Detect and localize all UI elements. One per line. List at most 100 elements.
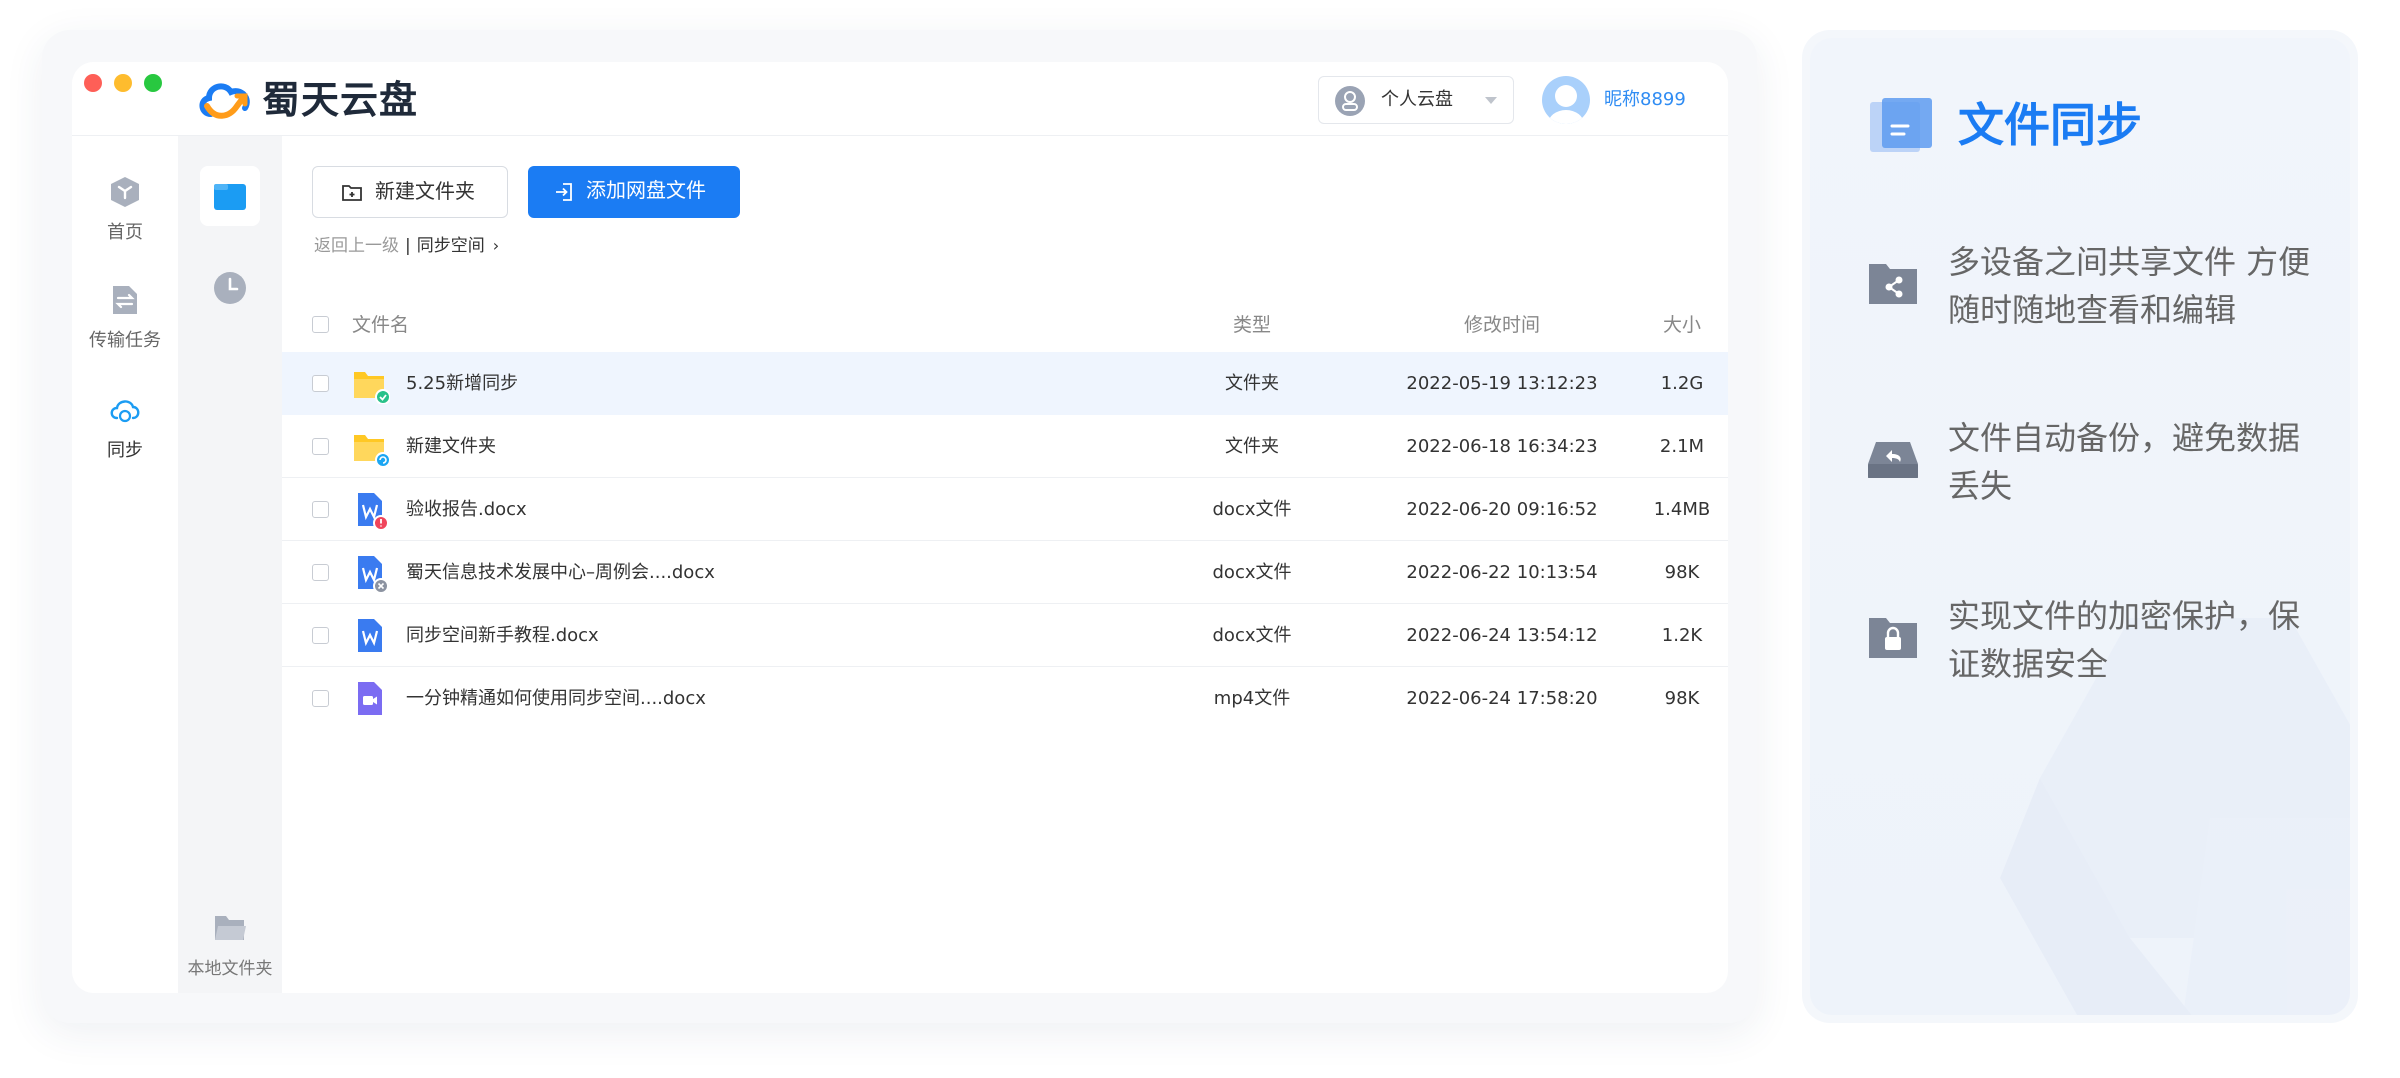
- row-checkbox[interactable]: [312, 438, 329, 455]
- row-checkbox[interactable]: [312, 501, 329, 518]
- folder-icon: [354, 372, 390, 404]
- synced-badge-icon: [375, 389, 390, 404]
- file-type: docx文件: [1212, 625, 1292, 646]
- new-folder-button[interactable]: 新建文件夹: [312, 166, 508, 218]
- column-header-size[interactable]: 大小: [1642, 298, 1722, 352]
- cloud-sync-icon: [110, 400, 140, 423]
- file-name[interactable]: 蜀天信息技术发展中心–周例会....docx: [406, 541, 715, 604]
- file-size: 1.2K: [1661, 625, 1703, 646]
- title-bar: 蜀天云盘 个人云盘 昵称8899: [72, 62, 1728, 136]
- file-size: 1.4MB: [1653, 499, 1711, 520]
- file-name[interactable]: 同步空间新手教程.docx: [406, 604, 599, 667]
- chevron-down-icon: [1485, 97, 1497, 104]
- breadcrumb-back-link[interactable]: 返回上一级: [314, 236, 399, 256]
- user-avatar[interactable]: [1542, 76, 1590, 124]
- minimize-window-button[interactable]: [114, 74, 132, 92]
- file-list-panel: 新建文件夹 添加网盘文件 返回上一级 | 同步空间 › 文件名 类型 修改时间 大小: [282, 136, 1728, 993]
- file-modified-time: 2022-06-20 09:16:52: [1406, 499, 1598, 520]
- space-avatar-icon: [1335, 86, 1365, 116]
- nav-item-home[interactable]: 首页: [72, 174, 178, 244]
- file-name[interactable]: 一分钟精通如何使用同步空间....docx: [406, 667, 706, 730]
- row-checkbox[interactable]: [312, 564, 329, 581]
- add-folder-icon: [342, 185, 362, 201]
- breadcrumb-separator: |: [405, 236, 411, 256]
- file-name[interactable]: 验收报告.docx: [406, 478, 527, 541]
- row-checkbox[interactable]: [312, 690, 329, 707]
- word-doc-icon: [358, 556, 389, 593]
- row-checkbox[interactable]: [312, 375, 329, 392]
- file-size: 98K: [1664, 688, 1700, 709]
- table-row[interactable]: 新建文件夹 文件夹 2022-06-18 16:34:23 2.1M: [282, 415, 1728, 478]
- primary-nav: 首页 传输任务 同步: [72, 136, 178, 993]
- select-all-checkbox[interactable]: [312, 316, 329, 333]
- feature-panel-inner: 文件同步 多设备之间共享文件 方便随时随地查看和编辑 文件自动备份，避免数据丢失: [1810, 38, 2350, 1015]
- file-type: docx文件: [1212, 562, 1292, 583]
- nav-item-label: 首页: [107, 222, 143, 243]
- file-modified-time: 2022-06-24 17:58:20: [1406, 688, 1598, 709]
- close-window-button[interactable]: [84, 74, 102, 92]
- feature-panel: 文件同步 多设备之间共享文件 方便随时随地查看和编辑 文件自动备份，避免数据丢失: [1802, 30, 2358, 1023]
- cube-icon: [111, 177, 139, 207]
- table-row[interactable]: 蜀天信息技术发展中心–周例会....docx docx文件 2022-06-22…: [282, 541, 1728, 604]
- breadcrumb-current: 同步空间: [416, 236, 485, 256]
- secondary-nav: 本地文件夹: [178, 136, 282, 993]
- transfer-icon: [113, 286, 137, 314]
- column-header-name[interactable]: 文件名: [352, 298, 409, 352]
- table-row[interactable]: 5.25新增同步 文件夹 2022-05-19 13:12:23 1.2G: [282, 352, 1728, 415]
- backup-drive-icon: [1868, 442, 1918, 478]
- open-folder-icon: [215, 916, 246, 940]
- add-cloud-files-label: 添加网盘文件: [586, 180, 706, 202]
- sync-files-tab[interactable]: [200, 166, 260, 226]
- file-name[interactable]: 5.25新增同步: [406, 352, 518, 415]
- maximize-window-button[interactable]: [144, 74, 162, 92]
- feature-item-text: 文件自动备份，避免数据丢失: [1948, 419, 2301, 505]
- add-cloud-files-button[interactable]: 添加网盘文件: [528, 166, 740, 218]
- folder-icon: [354, 435, 390, 467]
- nav-item-sync[interactable]: 同步: [72, 392, 178, 462]
- nav-item-label: 同步: [107, 440, 143, 461]
- table-row[interactable]: 验收报告.docx docx文件 2022-06-20 09:16:52 1.4…: [282, 478, 1728, 541]
- recent-history-tab[interactable]: [200, 258, 260, 318]
- chevron-right-icon: ›: [492, 236, 500, 255]
- file-type: 文件夹: [1225, 373, 1279, 394]
- file-type: 文件夹: [1225, 436, 1279, 457]
- file-type: mp4文件: [1213, 688, 1291, 709]
- file-modified-time: 2022-06-24 13:54:12: [1406, 625, 1598, 646]
- file-size: 2.1M: [1659, 436, 1705, 457]
- breadcrumb: 返回上一级 | 同步空间 ›: [314, 234, 499, 258]
- table-row[interactable]: 同步空间新手教程.docx docx文件 2022-06-24 13:54:12…: [282, 604, 1728, 667]
- feature-item-text: 多设备之间共享文件 方便随时随地查看和编辑: [1948, 243, 2311, 329]
- brand-name: 蜀天云盘: [262, 78, 419, 122]
- word-doc-icon: [358, 619, 382, 652]
- space-selector[interactable]: 个人云盘: [1318, 76, 1514, 124]
- file-modified-time: 2022-06-18 16:34:23: [1406, 436, 1598, 457]
- file-size: 98K: [1664, 562, 1700, 583]
- file-modified-time: 2022-06-22 10:13:54: [1406, 562, 1598, 583]
- table-header: 文件名 类型 修改时间 大小: [282, 298, 1728, 352]
- import-icon: [556, 183, 572, 201]
- column-header-modified[interactable]: 修改时间: [1382, 298, 1622, 352]
- file-type: docx文件: [1212, 499, 1292, 520]
- user-name[interactable]: 昵称8899: [1604, 76, 1686, 124]
- feature-item-text: 实现文件的加密保护，保证数据安全: [1948, 597, 2301, 683]
- row-checkbox[interactable]: [312, 627, 329, 644]
- brand-logo-icon: [199, 83, 250, 119]
- new-folder-label: 新建文件夹: [375, 181, 475, 203]
- nav-item-label: 传输任务: [89, 330, 161, 351]
- file-modified-time: 2022-05-19 13:12:23: [1406, 373, 1598, 394]
- feature-title: 文件同步: [1958, 98, 2142, 152]
- word-doc-icon: [358, 493, 389, 530]
- local-folder-label: 本地文件夹: [187, 959, 273, 979]
- file-name[interactable]: 新建文件夹: [406, 415, 496, 478]
- nav-item-transfer[interactable]: 传输任务: [72, 282, 178, 352]
- file-size: 1.2G: [1660, 373, 1704, 394]
- local-folder-button[interactable]: 本地文件夹: [178, 912, 282, 979]
- file-sync-icon: [1870, 98, 1932, 152]
- blue-folder-icon: [214, 184, 246, 210]
- app-window: 蜀天云盘 个人云盘 昵称8899 首页 传输任务 同步 本地文件夹 新建文件夹 …: [72, 62, 1728, 993]
- video-file-icon: [358, 682, 382, 715]
- column-header-type[interactable]: 类型: [1162, 298, 1342, 352]
- lock-folder-icon: [1869, 618, 1917, 658]
- share-folder-icon: [1869, 264, 1917, 304]
- table-row[interactable]: 一分钟精通如何使用同步空间....docx mp4文件 2022-06-24 1…: [282, 667, 1728, 730]
